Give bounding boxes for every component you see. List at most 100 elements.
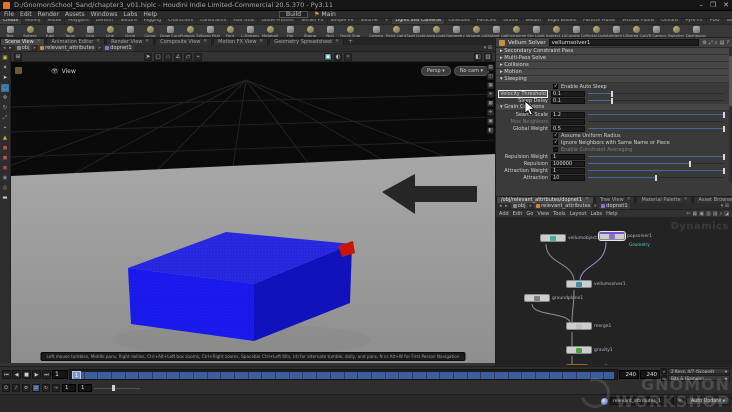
gizmo-icon[interactable]: ✛ [487,109,494,116]
scene-viewport[interactable]: 👁 View Persp ▾ No cam ▾ ▤ ◫ ▦ ☀ ▩ ✛ ▣ ◧ Left mo… [11,62,495,363]
step-mode-button[interactable]: → [52,384,60,392]
timeline-collapse-icon[interactable]: ▭ [661,375,667,381]
shelf-tool-portal-light[interactable]: Portal Light [586,25,606,37]
menu-help[interactable]: Help [143,11,157,18]
shelf-tool-stereo-camera[interactable]: Stereo Camera [626,25,646,37]
shelf-tool-null[interactable]: Null [320,25,340,37]
pose-tool-icon[interactable]: ⌖ [1,124,9,132]
checkbox-assume-uniform-radius[interactable]: ✓ [553,133,558,138]
rotate-tool-icon[interactable]: ↻ [1,104,9,112]
jump-end-button[interactable]: ⏭ [42,370,51,379]
shelf-tab-polygons[interactable]: Polygons [65,19,93,24]
value-field-search-scale[interactable]: 1.2 [551,111,585,118]
timeline[interactable]: 1 [69,369,618,380]
shelf-tool-geometry-light[interactable]: Geometry Light [446,25,466,37]
wireframe-icon[interactable]: ▦ [487,82,494,89]
shelf-tool-spray-paint[interactable]: Spray Paint [200,25,220,37]
shelf-tool-environment-light[interactable]: Environment Light [506,25,526,37]
layout-grid-icon[interactable]: ⊞ [14,52,22,61]
shelf-tab-viscous-fluids[interactable]: Viscous Fluids [619,19,659,24]
net-menu-help[interactable]: Help [606,211,617,217]
shelf-tab-vellum[interactable]: Vellum [522,19,545,24]
select-objects-icon[interactable]: ▢ [154,52,162,61]
scale-tool-icon[interactable]: ⤢ [1,114,9,122]
desktop-selector[interactable]: Build [279,11,309,18]
grid-snap-icon[interactable]: ◎ [1,184,9,192]
section-grain-collisions[interactable]: ▾ Grain Collisions [496,104,732,111]
net-toolbar-icon-5[interactable]: ⌕ [719,211,722,217]
range-start-field[interactable]: 1 [62,384,76,392]
close-button[interactable]: ✕ [723,1,729,9]
node-output1[interactable]: output1 [566,364,608,365]
snap-option-icon[interactable]: ◉ [1,174,9,182]
playback-end-field[interactable]: 240 [640,370,660,379]
shelf-tool-metaball[interactable]: Metaball [260,25,280,37]
slider-velocity-threshold[interactable] [588,90,724,97]
sample-dropdown[interactable]: Bits & (Sample) ▾ [668,375,730,381]
shelf-tool-l-system[interactable]: L-System [240,25,260,37]
slider-sleep-delay[interactable] [588,97,724,104]
node-groundplane1[interactable]: groundplane1 [524,294,583,302]
realtime-toggle[interactable]: ⇄ [32,384,40,392]
edit-state-icon[interactable]: ◼ [1,164,9,172]
shelf-tool-sky-light[interactable]: Sky Light [526,25,546,37]
display-options-icon[interactable]: ✧ [344,52,352,61]
select-mode-icon[interactable]: ➤ [144,52,152,61]
shelf-tab-particle-fluids[interactable]: Particle Fluids [580,19,620,24]
section-collisions[interactable]: ▸ Collisions [496,62,732,69]
stop-button[interactable]: ■ [22,370,31,379]
shelf-tab-constraints[interactable]: Constraints [197,19,231,24]
value-field-attraction[interactable]: 10 [551,174,585,181]
keys-dropdown[interactable]: 2 Keys, 4/7 (Scoped) ▾ [668,368,730,374]
net-menu-edit[interactable]: Edit [513,211,523,217]
value-field-repulsion-weight[interactable]: 1 [551,153,585,160]
menu-labs[interactable]: Labs [123,11,137,18]
net-toolbar-icon-3[interactable]: ▥ [706,211,711,217]
slider-repulsion-weight[interactable] [588,153,725,160]
shelf-tool-line[interactable]: Line [100,25,120,37]
pane-tab-animation-editor[interactable]: Animation Editor ✕ [46,38,106,45]
gear-icon[interactable]: ⚙ [702,40,706,46]
shelf-tab-modify[interactable]: Modify [22,19,45,24]
pane-tab-obj-relevant-attributes-dopnet1[interactable]: /obj/relevant_attributes/dopnet1 ✕ [496,196,594,203]
shelf-tool-quick-shapes[interactable]: Quick Shapes [340,25,360,37]
slider-handle[interactable] [689,160,691,167]
pane-tab-material-palette[interactable]: Material Palette ✕ [636,196,693,203]
slider-repulsion[interactable] [588,160,724,167]
timeline-zoom-icon[interactable]: ⌕ [661,368,667,374]
show-handles-icon[interactable]: ✦ [1,64,9,72]
pane-tab-scene-view[interactable]: Scene View ✕ [0,38,46,45]
shelf-tool-tube[interactable]: Tube [40,25,60,37]
shelf-tab-guide-process[interactable]: Guide Process [258,19,298,24]
snapping-icon[interactable]: ⌁ [194,52,202,61]
value-field-repulsion[interactable]: 100000 [551,160,585,167]
net-toolbar-icon-4[interactable]: ▨ [713,211,718,217]
shelf-tool-indirect-light[interactable]: Indirect Light [546,25,566,37]
jump-start-button[interactable]: ⏮ [2,370,11,379]
playback-speed-slider[interactable] [94,384,140,392]
select-prims-icon[interactable]: ▱ [184,52,192,61]
checkbox-ignore-neighbors-with-same-name-or-piece[interactable]: ✓ [553,140,558,145]
checkbox-enable-constraint-averaging[interactable] [553,147,558,152]
update-mode-dropdown[interactable]: Auto Update ▾ [686,397,730,405]
playhead[interactable]: 1 [72,371,81,379]
select-tool-icon[interactable]: ➤ [1,74,9,82]
section-multi-pass-solve[interactable]: ▸ Multi-Pass Solve [496,55,732,62]
breadcrumb-dopnet1[interactable]: dopnet1 [599,203,630,209]
shelf-tool-point-light[interactable]: Point Light [386,25,406,37]
slider-handle[interactable] [723,125,725,132]
shading-mode-icon[interactable]: ◐ [334,52,342,61]
view-layout-icon-1[interactable]: ▥ [484,52,492,61]
slider-handle[interactable] [723,111,725,118]
shelf-tool-vr-camera[interactable]: VR Camera [646,25,666,37]
value-field-max-neighbors[interactable] [551,118,585,125]
value-field-global-weight[interactable]: 0.5 [551,125,585,132]
node-body[interactable] [566,346,592,354]
shelf-tool-camera[interactable]: Camera [366,25,386,37]
node-body[interactable] [566,280,592,288]
shelf-tool-curve[interactable]: Curve [140,25,160,37]
nav-arrows-icon[interactable]: ◂ ▸ [499,203,509,209]
net-menu-labs[interactable]: Labs [591,211,603,217]
net-toolbar-icon-1[interactable]: ▦ [693,211,698,217]
sculpt-state-icon[interactable]: ◼ [1,154,9,162]
